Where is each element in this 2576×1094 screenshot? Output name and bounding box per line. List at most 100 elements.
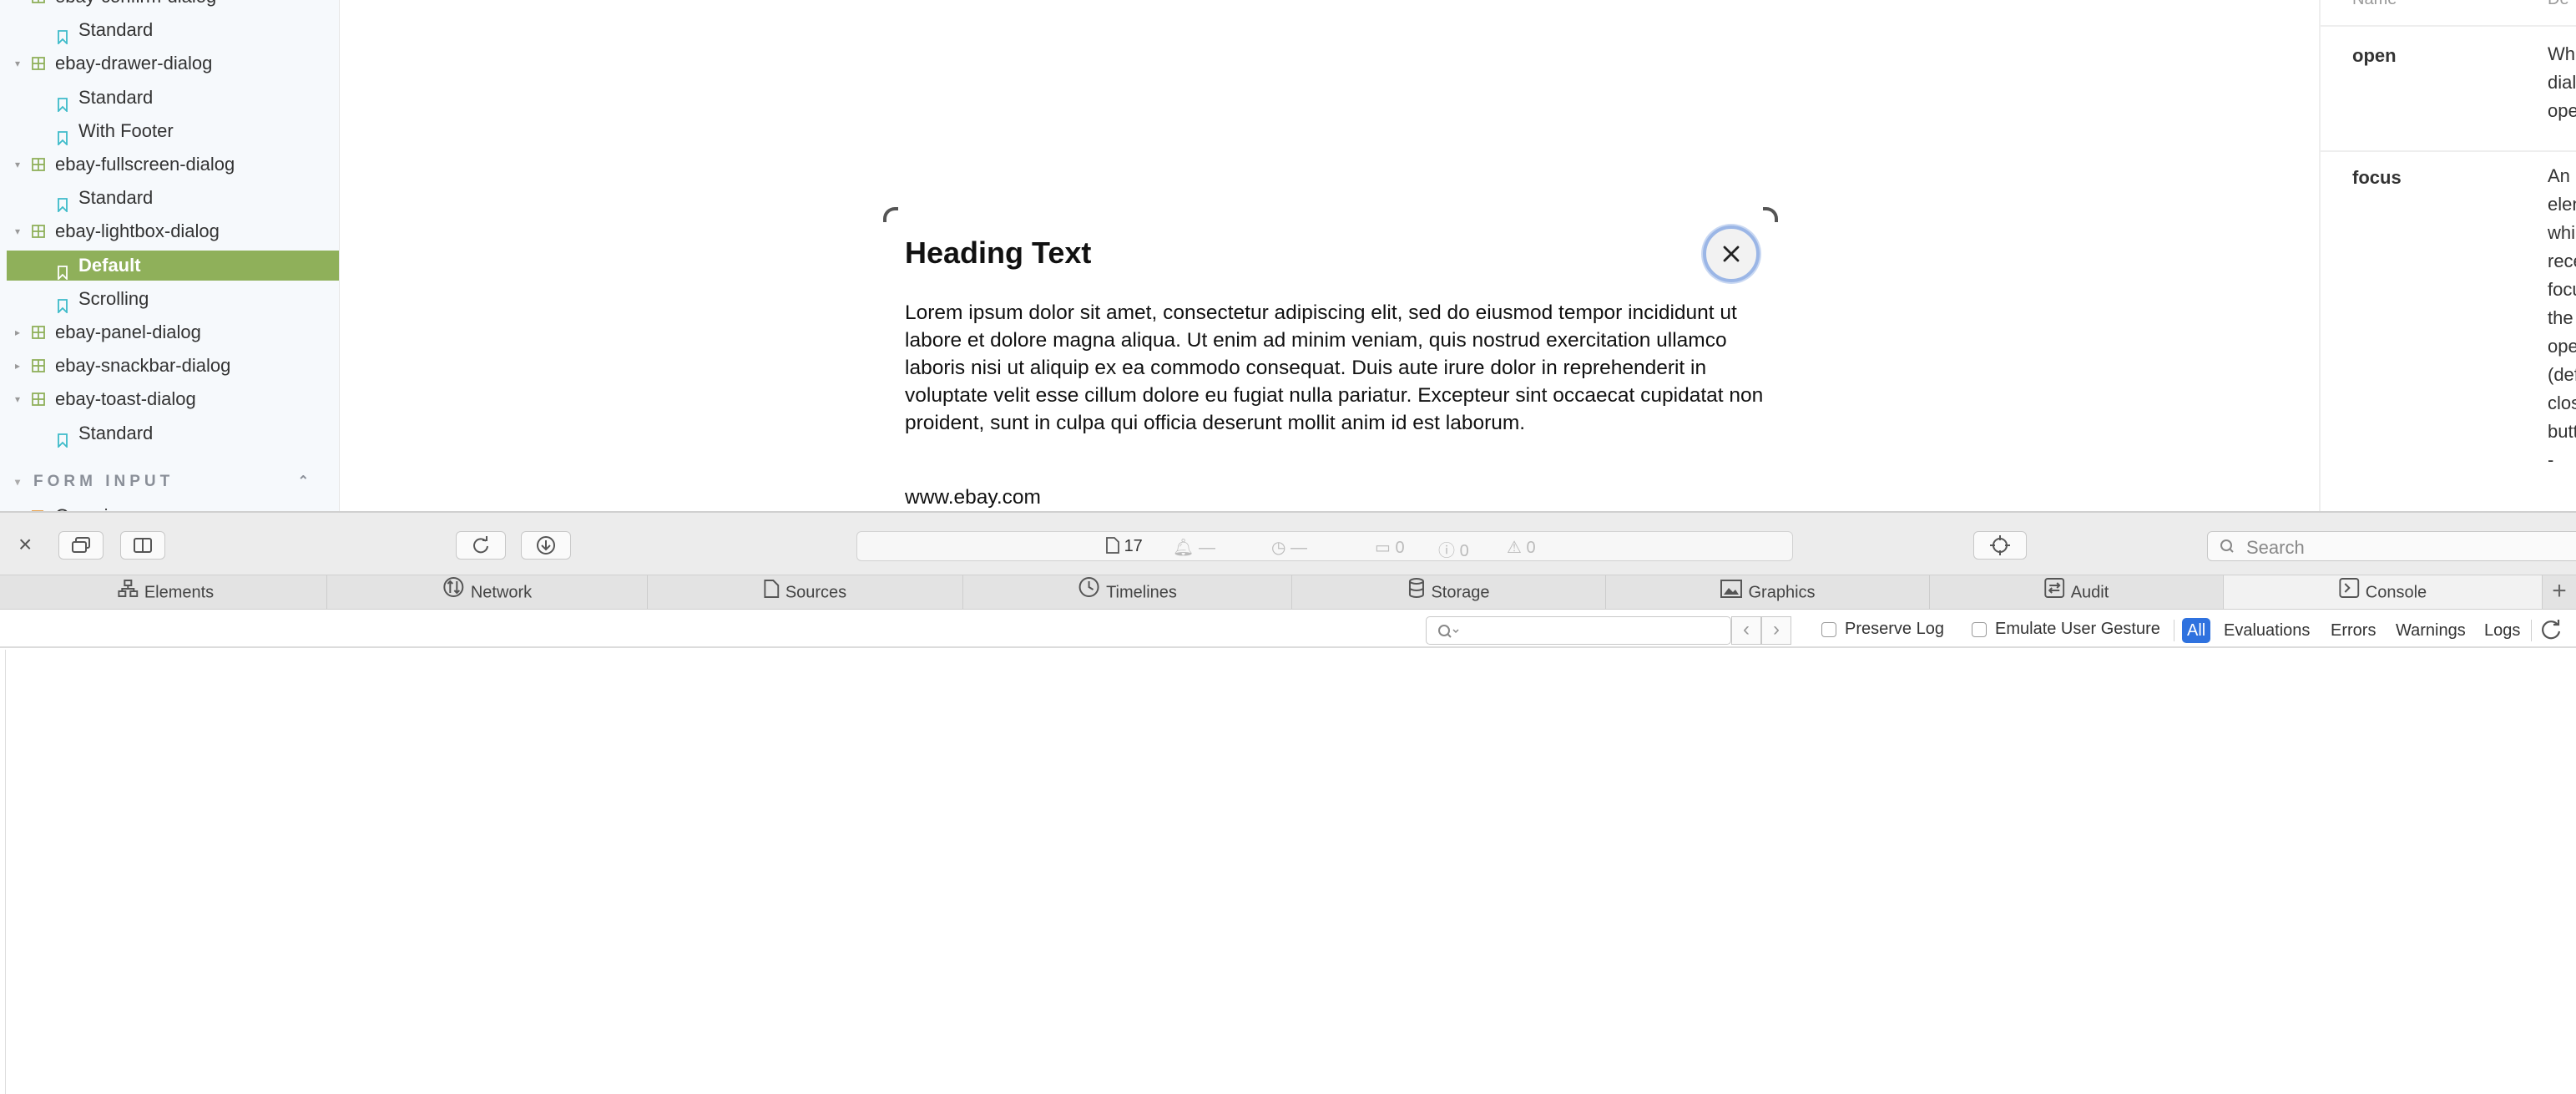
crosshair-icon <box>1990 535 2010 555</box>
props-header: Name De <box>2321 0 2576 27</box>
chevron-right-icon[interactable]: ▸ <box>15 351 20 381</box>
dialog-link[interactable]: www.ebay.com <box>905 486 1041 509</box>
dialog-heading: Heading Text <box>905 236 1092 270</box>
download-icon <box>537 536 555 555</box>
sidebar-story-default[interactable]: Default <box>7 250 339 281</box>
reload-button[interactable] <box>456 531 506 560</box>
sidebar-story-scrolling[interactable]: Scrolling <box>7 284 339 314</box>
chevron-down-icon: ▾ <box>15 476 21 488</box>
sidebar-item-label: ebay-fullscreen-dialog <box>55 154 235 175</box>
chevron-down-icon[interactable]: ▾ <box>15 216 20 246</box>
tab-elements[interactable]: Elements <box>5 575 327 609</box>
document-icon <box>1106 537 1119 554</box>
prop-description-line: ope <box>2548 336 2576 357</box>
preserve-log-checkbox[interactable] <box>1821 622 1836 637</box>
dock-side-button[interactable] <box>120 531 165 560</box>
section-form-input[interactable]: ▾ FORM INPUT ⌃ <box>7 468 339 496</box>
sidebar-item-label: ebay-toast-dialog <box>55 388 196 410</box>
bell-icon: 🔔︎ — <box>1173 539 1215 557</box>
inspector-tab-bar: Elements Network Sources Timelines Stora… <box>0 575 2576 610</box>
prop-description-line: dial <box>2548 72 2576 93</box>
chevron-down-icon[interactable]: ▾ <box>15 0 20 12</box>
prop-description: Wh dial ope <box>2548 40 2576 125</box>
graphics-icon <box>1720 576 1742 610</box>
sidebar-component-ebay-toast-dialog[interactable]: ▾ ebay-toast-dialog <box>7 384 339 414</box>
filter-all[interactable]: All <box>2182 618 2211 643</box>
dialog-corner <box>883 207 898 222</box>
next-match-button[interactable]: › <box>1761 616 1791 645</box>
prop-description-line: Wh <box>2548 43 2575 64</box>
prop-name: focus <box>2352 167 2402 188</box>
sidebar-component-ebay-fullscreen-dialog[interactable]: ▾ ebay-fullscreen-dialog <box>7 149 339 180</box>
close-inspector-button[interactable]: × <box>18 533 32 556</box>
console-filter-bar: ‹ › Preserve Log Emulate User Gesture Al… <box>0 610 2576 648</box>
resource-count: 17 <box>1106 537 1143 556</box>
sidebar-item-label: Standard <box>78 19 154 41</box>
close-icon <box>1723 246 1740 262</box>
sidebar-story-standard[interactable]: Standard <box>7 83 339 113</box>
storage-icon <box>1407 576 1424 610</box>
add-tab-button[interactable]: + <box>2543 575 2576 609</box>
sidebar-item-overview[interactable]: Overview <box>7 501 339 511</box>
sidebar-story-standard[interactable]: Standard <box>7 418 339 448</box>
sidebar-component-ebay-snackbar-dialog[interactable]: ▸ ebay-snackbar-dialog <box>7 351 339 381</box>
filter-errors[interactable]: Errors <box>2324 618 2382 643</box>
inspect-target-button[interactable] <box>1973 531 2027 560</box>
emulate-gesture-checkbox[interactable] <box>1972 622 1987 637</box>
filter-logs[interactable]: Logs <box>2478 618 2527 643</box>
chevron-down-icon[interactable]: ▾ <box>15 384 20 414</box>
sidebar-component-ebay-drawer-dialog[interactable]: ▾ ebay-drawer-dialog <box>7 48 339 79</box>
download-button[interactable] <box>521 531 571 560</box>
section-label: FORM INPUT <box>33 473 174 490</box>
props-header-name: Name <box>2352 0 2397 9</box>
filter-warnings[interactable]: Warnings <box>2389 618 2472 643</box>
warning-icon: ⚠ 0 <box>1507 539 1536 557</box>
tab-network[interactable]: Network <box>327 575 648 609</box>
props-header-desc: De <box>2548 0 2569 9</box>
tab-timelines[interactable]: Timelines <box>963 575 1292 609</box>
component-icon <box>32 57 45 71</box>
sidebar-item-label: Overview <box>55 501 132 511</box>
previous-match-button[interactable]: ‹ <box>1731 616 1761 645</box>
console-output[interactable] <box>5 650 2576 1094</box>
undock-button[interactable] <box>58 531 104 560</box>
activity-viewer[interactable]: 17 🔔︎ — ◷ — ▭ 0 ⓘ 0 ⚠ 0 <box>856 531 1793 561</box>
tab-graphics[interactable]: Graphics <box>1606 575 1930 609</box>
sidebar-component-ebay-panel-dialog[interactable]: ▸ ebay-panel-dialog <box>7 317 339 347</box>
console-filter-input[interactable] <box>1426 616 1731 645</box>
tab-sources[interactable]: Sources <box>648 575 963 609</box>
tab-audit[interactable]: Audit <box>1930 575 2224 609</box>
prop-row-open: open Wh dial ope <box>2321 28 2576 152</box>
dialog-close-button[interactable] <box>1703 225 1760 282</box>
chevron-right-icon[interactable]: ▸ <box>15 317 20 347</box>
prop-row-focus: focus An elen whi rece focu the ope (def clos but… <box>2321 152 2576 511</box>
storybook-sidebar: ▾ ebay-confirm-dialog Standard ▾ ebay-drawer… <box>0 0 339 511</box>
component-icon <box>32 393 45 407</box>
tab-console[interactable]: Console <box>2224 575 2543 609</box>
expand-collapse-icon[interactable]: ⌃ <box>298 468 309 496</box>
prop-description-line: elen <box>2548 194 2576 215</box>
search-placeholder: Search <box>2246 537 2305 558</box>
component-icon <box>32 0 45 3</box>
sidebar-item-label: ebay-panel-dialog <box>55 322 201 342</box>
sidebar-component-ebay-lightbox-dialog[interactable]: ▾ ebay-lightbox-dialog <box>7 216 339 246</box>
filter-evaluations[interactable]: Evaluations <box>2217 618 2316 643</box>
message-icon: ▭ 0 <box>1375 539 1405 557</box>
sidebar-item-label: ebay-snackbar-dialog <box>55 355 231 377</box>
inspector-search-field[interactable]: Search <box>2207 531 2576 561</box>
sidebar-story-standard[interactable]: Standard <box>7 15 339 46</box>
chevron-down-icon[interactable]: ▾ <box>15 48 20 79</box>
sidebar-story-standard[interactable]: Standard <box>7 183 339 214</box>
sidebar-item-label: With Footer <box>78 119 174 141</box>
chevron-down-icon[interactable]: ▾ <box>15 149 20 180</box>
sidebar-story-with-footer[interactable]: With Footer <box>7 116 339 146</box>
tab-storage[interactable]: Storage <box>1292 575 1606 609</box>
audit-icon <box>2043 576 2064 610</box>
sidebar-component-ebay-confirm-dialog[interactable]: ▾ ebay-confirm-dialog <box>7 0 339 12</box>
prop-description-line: (def <box>2548 364 2576 385</box>
prop-description: An elen whi rece focu the ope (def clos butt - <box>2548 162 2576 474</box>
emulate-gesture-label: Emulate User Gesture <box>1995 620 2160 638</box>
clear-console-button[interactable] <box>2539 618 2563 646</box>
sidebar-item-label: Standard <box>78 187 154 209</box>
info-icon: ⓘ 0 <box>1438 542 1469 560</box>
